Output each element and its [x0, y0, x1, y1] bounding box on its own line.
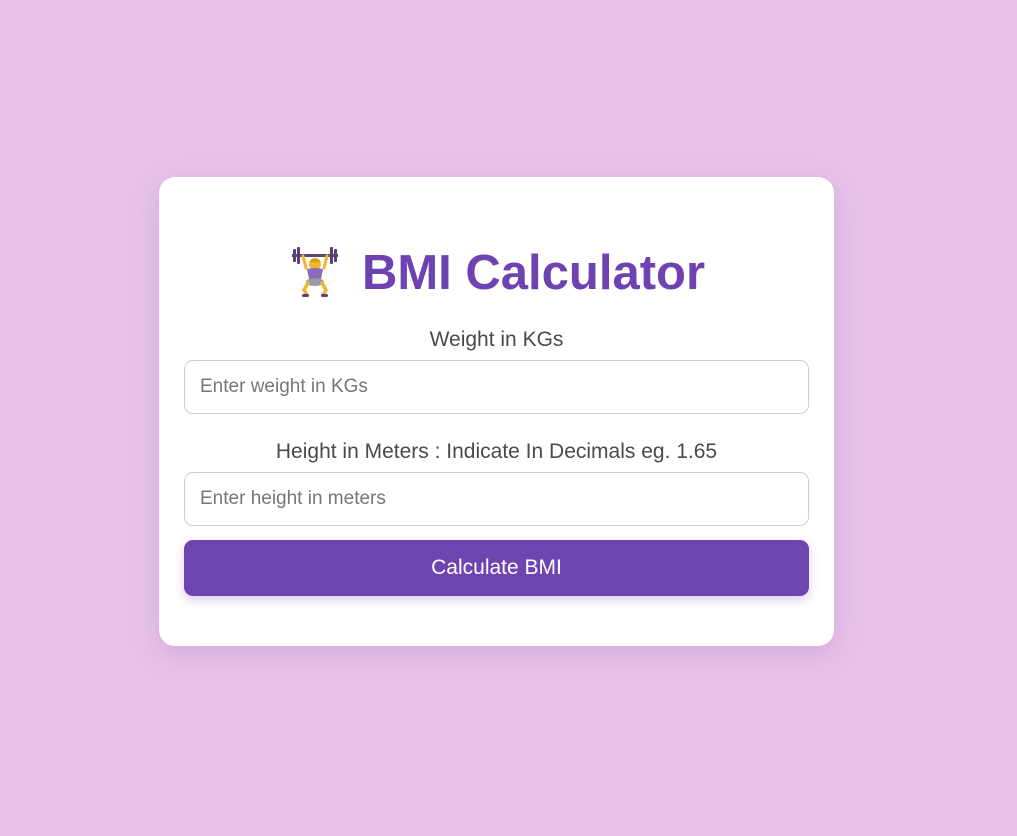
bmi-card: BMI Calculator Weight in KGs Height in M… [159, 177, 834, 646]
height-label: Height in Meters : Indicate In Decimals … [275, 440, 718, 463]
title-row: BMI Calculator [159, 243, 834, 303]
page-title: BMI Calculator [361, 246, 706, 300]
calculate-bmi-button[interactable]: Calculate BMI [184, 540, 809, 596]
height-input[interactable] [184, 472, 809, 526]
weight-label: Weight in KGs [429, 328, 564, 351]
weight-lifter-icon [288, 246, 342, 300]
weight-input[interactable] [184, 360, 809, 414]
